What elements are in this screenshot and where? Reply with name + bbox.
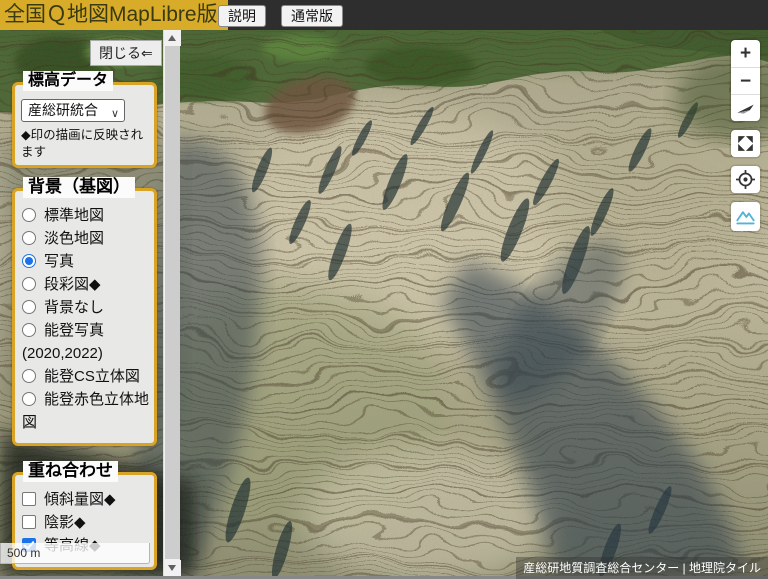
elevation-note: ◆印の描画に反映されます bbox=[21, 127, 148, 161]
overlay-option-slope[interactable]: 傾斜量図◆ bbox=[22, 488, 150, 511]
scrollbar-down-button[interactable] bbox=[164, 560, 181, 576]
basemap-option-none[interactable]: 背景なし bbox=[22, 296, 150, 319]
sidebar-scrollbar[interactable] bbox=[163, 30, 180, 576]
normal-version-button[interactable]: 通常版 bbox=[281, 5, 343, 27]
basemap-option-hypsometric[interactable]: 段彩図◆ bbox=[22, 273, 150, 296]
overlay-option-label: 傾斜量図◆ bbox=[44, 491, 116, 508]
help-button[interactable]: 説明 bbox=[218, 5, 266, 27]
elevation-select-value: 産総研統合 bbox=[28, 102, 98, 118]
scrollbar-up-button[interactable] bbox=[164, 30, 181, 46]
basemap-option-noto-red[interactable]: 能登赤色立体地図 bbox=[22, 388, 150, 434]
overlay-option-label: 陰影◆ bbox=[44, 514, 86, 531]
basemap-option-label: 能登CS立体図 bbox=[44, 368, 140, 385]
geolocate-icon bbox=[733, 167, 758, 192]
basemap-option-label: 標準地図 bbox=[44, 207, 104, 224]
radio-icon[interactable] bbox=[22, 254, 36, 268]
radio-icon[interactable] bbox=[22, 392, 36, 406]
checkbox-icon[interactable] bbox=[22, 492, 36, 506]
overlay-panel-title: 重ね合わせ bbox=[23, 461, 118, 482]
basemap-panel-title: 背景（基図） bbox=[23, 177, 135, 198]
compass-button[interactable] bbox=[731, 94, 760, 121]
basemap-panel: 背景（基図） 標準地図 淡色地図 写真 段彩図◆ 背景なし 能登写真 (2020… bbox=[12, 188, 157, 446]
sidebar-close-button[interactable]: 閉じる⇐ bbox=[90, 40, 162, 66]
elevation-panel-title: 標高データ bbox=[23, 71, 113, 91]
map-controls: + − bbox=[731, 40, 760, 240]
basemap-option-photo[interactable]: 写真 bbox=[22, 250, 150, 273]
terrain-icon bbox=[733, 204, 758, 229]
plus-icon: + bbox=[740, 44, 751, 63]
zoom-in-button[interactable]: + bbox=[731, 40, 760, 67]
basemap-options: 標準地図 淡色地図 写真 段彩図◆ 背景なし 能登写真 (2020,2022) … bbox=[15, 204, 154, 434]
chevron-down-icon: ∨ bbox=[111, 104, 119, 125]
elevation-data-panel: 標高データ 産総研統合 ∨ ◆印の描画に反映されます bbox=[12, 82, 157, 168]
basemap-option-standard[interactable]: 標準地図 bbox=[22, 204, 150, 227]
radio-icon[interactable] bbox=[22, 277, 36, 291]
geolocate-button[interactable] bbox=[731, 166, 760, 193]
zoom-out-button[interactable]: − bbox=[731, 67, 760, 94]
radio-icon[interactable] bbox=[22, 231, 36, 245]
basemap-option-label: 背景なし bbox=[44, 299, 104, 316]
app-header: 全国Ｑ地図MapLibre版 説明 通常版 bbox=[0, 0, 768, 30]
app-title: 全国Ｑ地図MapLibre版 bbox=[0, 0, 228, 30]
elevation-source-select[interactable]: 産総研統合 ∨ bbox=[21, 99, 125, 122]
fullscreen-button[interactable] bbox=[731, 130, 760, 157]
compass-icon bbox=[733, 96, 758, 121]
radio-icon[interactable] bbox=[22, 208, 36, 222]
basemap-option-label: 淡色地図 bbox=[44, 230, 104, 247]
scale-bar: 500 m bbox=[0, 543, 150, 564]
basemap-option-pale[interactable]: 淡色地図 bbox=[22, 227, 150, 250]
basemap-option-label: 能登赤色立体地図 bbox=[22, 391, 149, 431]
scrollbar-thumb[interactable] bbox=[165, 46, 180, 559]
fullscreen-icon bbox=[733, 131, 758, 156]
radio-icon[interactable] bbox=[22, 369, 36, 383]
basemap-option-label: 写真 bbox=[44, 253, 74, 270]
nav-control-group: + − bbox=[731, 40, 760, 121]
minus-icon: − bbox=[740, 72, 751, 91]
basemap-option-noto-cs[interactable]: 能登CS立体図 bbox=[22, 365, 150, 388]
radio-icon[interactable] bbox=[22, 300, 36, 314]
basemap-option-label: 段彩図◆ bbox=[44, 276, 101, 293]
checkbox-icon[interactable] bbox=[22, 515, 36, 529]
overlay-option-hillshade[interactable]: 陰影◆ bbox=[22, 511, 150, 534]
terrain-toggle-button[interactable] bbox=[731, 202, 760, 231]
radio-icon[interactable] bbox=[22, 323, 36, 337]
basemap-option-noto-photo[interactable]: 能登写真 (2020,2022) bbox=[22, 319, 150, 365]
